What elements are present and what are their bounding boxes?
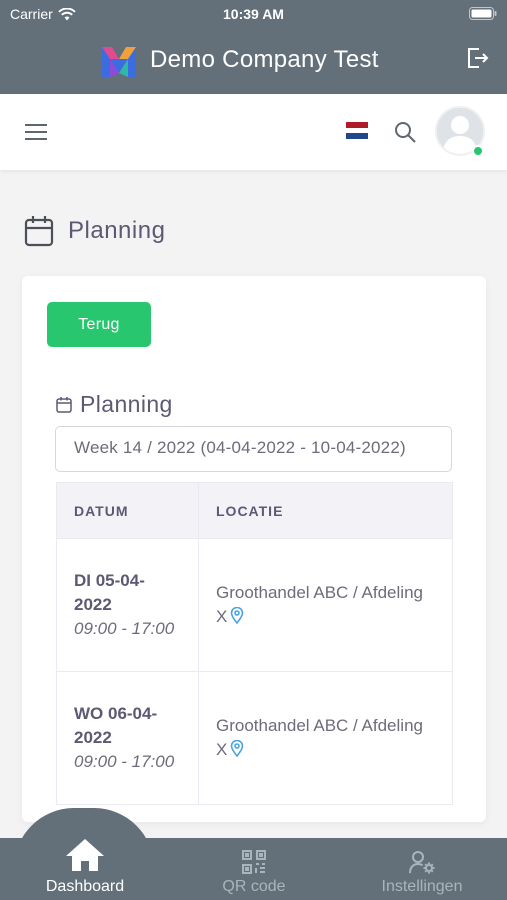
tab-instellingen-label: Instellingen [381, 878, 463, 895]
location-cell: Groothandel ABC / Afdeling X [198, 671, 453, 805]
top-navbar [0, 94, 507, 170]
page-heading: Planning [24, 215, 165, 247]
status-bar: Carrier 10:39 AM [0, 0, 507, 28]
week-select[interactable]: Week 14 / 2022 (04-04-2022 - 10-04-2022) [55, 426, 452, 472]
row-date: WO 06-04-2022 [74, 704, 158, 747]
calendar-icon [24, 216, 54, 247]
location-pin-icon[interactable] [230, 607, 244, 624]
tab-dashboard[interactable]: Dashboard [36, 838, 134, 896]
column-header-locatie: LOCATIE [198, 482, 453, 539]
section-title: Planning [56, 391, 173, 418]
tab-qr-code-label: QR code [222, 878, 286, 895]
back-button[interactable]: Terug [47, 302, 151, 347]
qr-code-icon [242, 850, 266, 874]
table-row: DI 05-04-2022 09:00 - 17:00 Groothandel … [56, 538, 453, 672]
tab-dashboard-label: Dashboard [45, 878, 125, 895]
language-flag-nl-icon[interactable] [346, 122, 368, 140]
tab-instellingen[interactable]: Instellingen [370, 850, 474, 896]
page-title: Planning [68, 217, 166, 244]
online-status-dot [472, 145, 484, 157]
home-icon [66, 839, 104, 871]
row-time: 09:00 - 17:00 [74, 752, 175, 771]
battery-icon [469, 7, 497, 20]
table-row: WO 06-04-2022 09:00 - 17:00 Groothandel … [56, 671, 453, 805]
row-location: Groothandel ABC / Afdeling X [216, 716, 423, 759]
date-cell: WO 06-04-2022 09:00 - 17:00 [56, 671, 199, 805]
user-settings-icon [409, 851, 435, 874]
tab-qr-code[interactable]: QR code [206, 850, 302, 896]
status-time: 10:39 AM [223, 6, 284, 22]
row-location: Groothandel ABC / Afdeling X [216, 583, 423, 626]
date-cell: DI 05-04-2022 09:00 - 17:00 [56, 538, 199, 672]
title-bar: Demo Company Test [0, 28, 507, 94]
app-title: Demo Company Test [150, 46, 379, 73]
company-logo-icon [102, 47, 136, 77]
search-icon[interactable] [393, 120, 417, 144]
row-time: 09:00 - 17:00 [74, 619, 175, 638]
planning-table: DATUM LOCATIE DI 05-04-2022 09:00 - 17:0… [56, 482, 453, 805]
app-header: Carrier 10:39 AM Demo Company Test [0, 0, 507, 94]
hamburger-menu-icon[interactable] [24, 122, 48, 142]
section-title-label: Planning [80, 391, 173, 417]
planning-card: Terug Planning Week 14 / 2022 (04-04-202… [22, 276, 486, 822]
bottom-navigation: Dashboard QR code Instellingen [0, 838, 507, 900]
location-cell: Groothandel ABC / Afdeling X [198, 538, 453, 672]
logout-icon[interactable] [465, 46, 489, 70]
calendar-small-icon [56, 397, 72, 413]
location-pin-icon[interactable] [230, 740, 244, 757]
row-date: DI 05-04-2022 [74, 571, 145, 614]
column-header-datum: DATUM [56, 482, 199, 539]
table-header-row: DATUM LOCATIE [56, 482, 453, 539]
